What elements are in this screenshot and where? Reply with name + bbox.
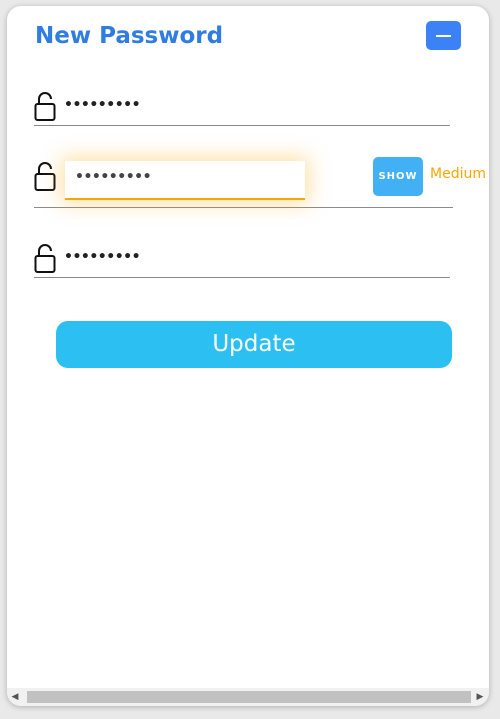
update-button[interactable]: Update (56, 321, 452, 368)
field-underline (34, 125, 450, 126)
dialog-title: New Password (35, 23, 224, 49)
confirm-password-value: ••••••••• (64, 249, 141, 265)
unlock-icon (34, 244, 56, 273)
show-password-button[interactable]: SHOW (373, 157, 423, 196)
scrollbar-thumb[interactable] (27, 691, 471, 703)
current-password-value: ••••••••• (64, 97, 141, 113)
minimize-button[interactable] (426, 21, 461, 50)
current-password-field[interactable]: ••••••••• (34, 90, 454, 130)
scroll-left-arrow-icon[interactable]: ◀ (9, 691, 21, 703)
unlock-icon (34, 92, 56, 121)
new-password-value: ••••••••• (75, 169, 152, 185)
unlock-icon (34, 162, 56, 191)
field-underline (34, 207, 453, 208)
minus-icon (436, 35, 451, 37)
field-underline (34, 277, 450, 278)
new-password-input[interactable]: ••••••••• (65, 161, 305, 200)
scroll-right-arrow-icon[interactable]: ▶ (474, 691, 486, 703)
password-dialog: New Password ••••••••• ••••••••• SHOW Me… (7, 6, 489, 706)
password-strength-label: Medium (430, 166, 486, 182)
horizontal-scrollbar[interactable]: ◀ ▶ (7, 688, 489, 706)
confirm-password-field[interactable]: ••••••••• (34, 242, 454, 282)
